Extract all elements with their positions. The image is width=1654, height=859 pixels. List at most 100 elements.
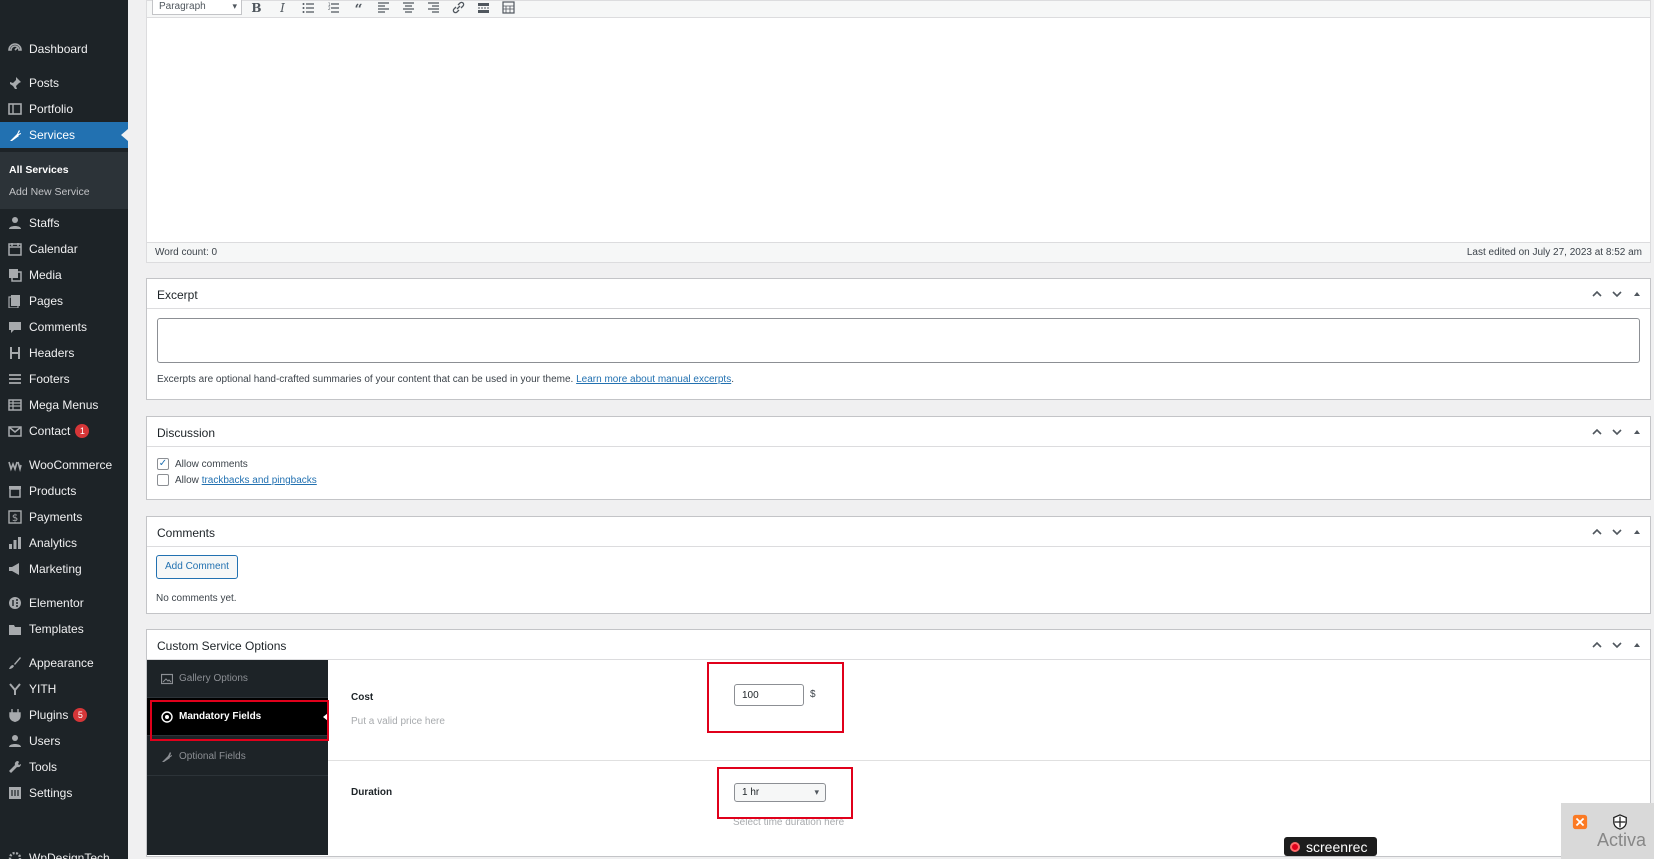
excerpt-textarea[interactable] bbox=[157, 318, 1640, 363]
move-down-icon[interactable] bbox=[1610, 638, 1624, 652]
move-up-icon[interactable] bbox=[1590, 525, 1604, 539]
sidebar-item-portfolio[interactable]: Portfolio bbox=[0, 96, 128, 122]
move-down-icon[interactable] bbox=[1610, 425, 1624, 439]
numbered-list-icon[interactable]: 12 bbox=[324, 0, 342, 15]
allow-comments-checkbox[interactable]: ✓ bbox=[157, 458, 169, 470]
record-icon bbox=[1290, 841, 1300, 852]
move-up-icon[interactable] bbox=[1590, 425, 1604, 439]
sidebar-item-staffs[interactable]: Staffs bbox=[0, 210, 128, 236]
collapse-icon[interactable] bbox=[1630, 638, 1644, 652]
sidebar-item-label: Appearance bbox=[29, 656, 94, 670]
sidebar-item-analytics[interactable]: Analytics bbox=[0, 530, 128, 556]
sidebar-item-media[interactable]: Media bbox=[0, 262, 128, 288]
sidebar-item-woocommerce[interactable]: WooCommerce bbox=[0, 452, 128, 478]
sidebar-item-pages[interactable]: Pages bbox=[0, 288, 128, 314]
sidebar-item-label: WooCommerce bbox=[29, 458, 113, 472]
cost-help-text: Put a valid price here bbox=[351, 716, 445, 727]
submenu-all-services[interactable]: All Services bbox=[9, 164, 69, 176]
toolbar-toggle-icon[interactable] bbox=[499, 0, 517, 15]
align-center-icon[interactable] bbox=[399, 0, 417, 15]
move-up-icon[interactable] bbox=[1590, 638, 1604, 652]
sidebar-item-templates[interactable]: Templates bbox=[0, 616, 128, 642]
duration-select[interactable]: 1 hr bbox=[734, 783, 826, 802]
notification-badge: 5 bbox=[73, 708, 88, 722]
sidebar-item-footers[interactable]: Footers bbox=[0, 366, 128, 392]
sidebar-item-settings[interactable]: Settings bbox=[0, 780, 128, 806]
shield-icon[interactable] bbox=[1611, 813, 1629, 831]
sidebar-item-mega-menus[interactable]: Mega Menus bbox=[0, 392, 128, 418]
trackbacks-link[interactable]: trackbacks and pingbacks bbox=[202, 475, 317, 486]
sidebar-item-comments[interactable]: Comments bbox=[0, 314, 128, 340]
word-count: Word count: 0 bbox=[155, 247, 218, 258]
allow-trackbacks-checkbox[interactable] bbox=[157, 474, 169, 486]
xampp-icon[interactable] bbox=[1571, 813, 1589, 831]
sidebar-item-elementor[interactable]: Elementor bbox=[0, 590, 128, 616]
brush-icon bbox=[8, 656, 22, 670]
read-more-icon[interactable] bbox=[474, 0, 492, 15]
dollar-icon: $ bbox=[8, 510, 22, 524]
sidebar-item-label: Services bbox=[29, 128, 76, 142]
sidebar-item-label: Calendar bbox=[29, 242, 78, 256]
sidebar-item-label: Dashboard bbox=[29, 42, 88, 56]
woo-icon bbox=[8, 458, 22, 472]
tab-gallery-options[interactable]: Gallery Options bbox=[147, 660, 328, 698]
user-icon bbox=[8, 216, 22, 230]
bar-chart-icon bbox=[8, 536, 22, 550]
sidebar-item-services[interactable]: Services bbox=[0, 122, 128, 148]
editor-content-area[interactable] bbox=[147, 19, 1650, 244]
cost-currency: $ bbox=[810, 689, 816, 700]
svg-text:I: I bbox=[279, 1, 285, 14]
format-select[interactable]: Paragraph bbox=[152, 0, 242, 15]
allow-comments-row: ✓ Allow comments bbox=[157, 458, 248, 470]
comments-title: Comments bbox=[157, 526, 216, 540]
bold-icon[interactable]: B bbox=[247, 0, 265, 15]
sidebar-item-users[interactable]: Users bbox=[0, 728, 128, 754]
sidebar-item-tools[interactable]: Tools bbox=[0, 754, 128, 780]
collapse-icon[interactable] bbox=[1630, 287, 1644, 301]
sidebar-item-marketing[interactable]: Marketing bbox=[0, 556, 128, 582]
collapse-icon[interactable] bbox=[1630, 425, 1644, 439]
link-icon[interactable] bbox=[449, 0, 467, 15]
tab-mandatory-fields[interactable]: Mandatory Fields bbox=[147, 698, 328, 736]
collapse-icon[interactable] bbox=[1630, 525, 1644, 539]
learn-more-link[interactable]: Learn more about manual excerpts bbox=[576, 374, 731, 385]
calendar-icon bbox=[8, 242, 22, 256]
cost-input[interactable] bbox=[734, 684, 804, 706]
submenu-add-new-service[interactable]: Add New Service bbox=[9, 186, 90, 198]
move-up-icon[interactable] bbox=[1590, 287, 1604, 301]
sidebar-item-dashboard[interactable]: Dashboard bbox=[0, 36, 128, 62]
align-left-icon[interactable] bbox=[374, 0, 392, 15]
sidebar-item-plugins[interactable]: Plugins 5 bbox=[0, 702, 128, 728]
blockquote-icon[interactable]: “ bbox=[349, 0, 367, 15]
sidebar-item-products[interactable]: Products bbox=[0, 478, 128, 504]
sidebar-item-appearance[interactable]: Appearance bbox=[0, 650, 128, 676]
sidebar-item-yith[interactable]: YITH bbox=[0, 676, 128, 702]
discussion-box: Discussion ✓ Allow comments Allow trackb… bbox=[146, 416, 1651, 500]
sidebar-item-posts[interactable]: Posts bbox=[0, 70, 128, 96]
portfolio-icon bbox=[8, 102, 22, 116]
tab-optional-fields[interactable]: Optional Fields bbox=[147, 738, 328, 776]
plug-icon bbox=[8, 708, 22, 722]
editor-toolbar: Paragraph B I 12 “ bbox=[147, 0, 1650, 18]
sidebar-item-wpdesigntech[interactable]: WpDesignTech bbox=[0, 845, 128, 859]
pages-icon bbox=[8, 294, 22, 308]
bullet-list-icon[interactable] bbox=[299, 0, 317, 15]
move-down-icon[interactable] bbox=[1610, 525, 1624, 539]
sidebar-item-contact[interactable]: Contact 1 bbox=[0, 418, 128, 444]
move-down-icon[interactable] bbox=[1610, 287, 1624, 301]
sidebar-item-headers[interactable]: Headers bbox=[0, 340, 128, 366]
sidebar-item-label: Plugins bbox=[29, 708, 69, 722]
add-comment-button[interactable]: Add Comment bbox=[156, 555, 238, 579]
duration-label: Duration bbox=[351, 787, 393, 798]
sidebar-item-calendar[interactable]: Calendar bbox=[0, 236, 128, 262]
svg-text:$: $ bbox=[12, 513, 18, 524]
megaphone-icon bbox=[8, 562, 22, 576]
excerpt-title: Excerpt bbox=[157, 288, 198, 302]
align-right-icon[interactable] bbox=[424, 0, 442, 15]
notification-badge: 1 bbox=[75, 424, 90, 438]
italic-icon[interactable]: I bbox=[273, 0, 291, 15]
custom-options-header: Custom Service Options bbox=[147, 630, 1650, 660]
sidebar-item-payments[interactable]: $ Payments bbox=[0, 504, 128, 530]
last-edited: Last edited on July 27, 2023 at 8:52 am bbox=[1466, 247, 1642, 258]
sidebar-item-label: Posts bbox=[29, 76, 60, 90]
